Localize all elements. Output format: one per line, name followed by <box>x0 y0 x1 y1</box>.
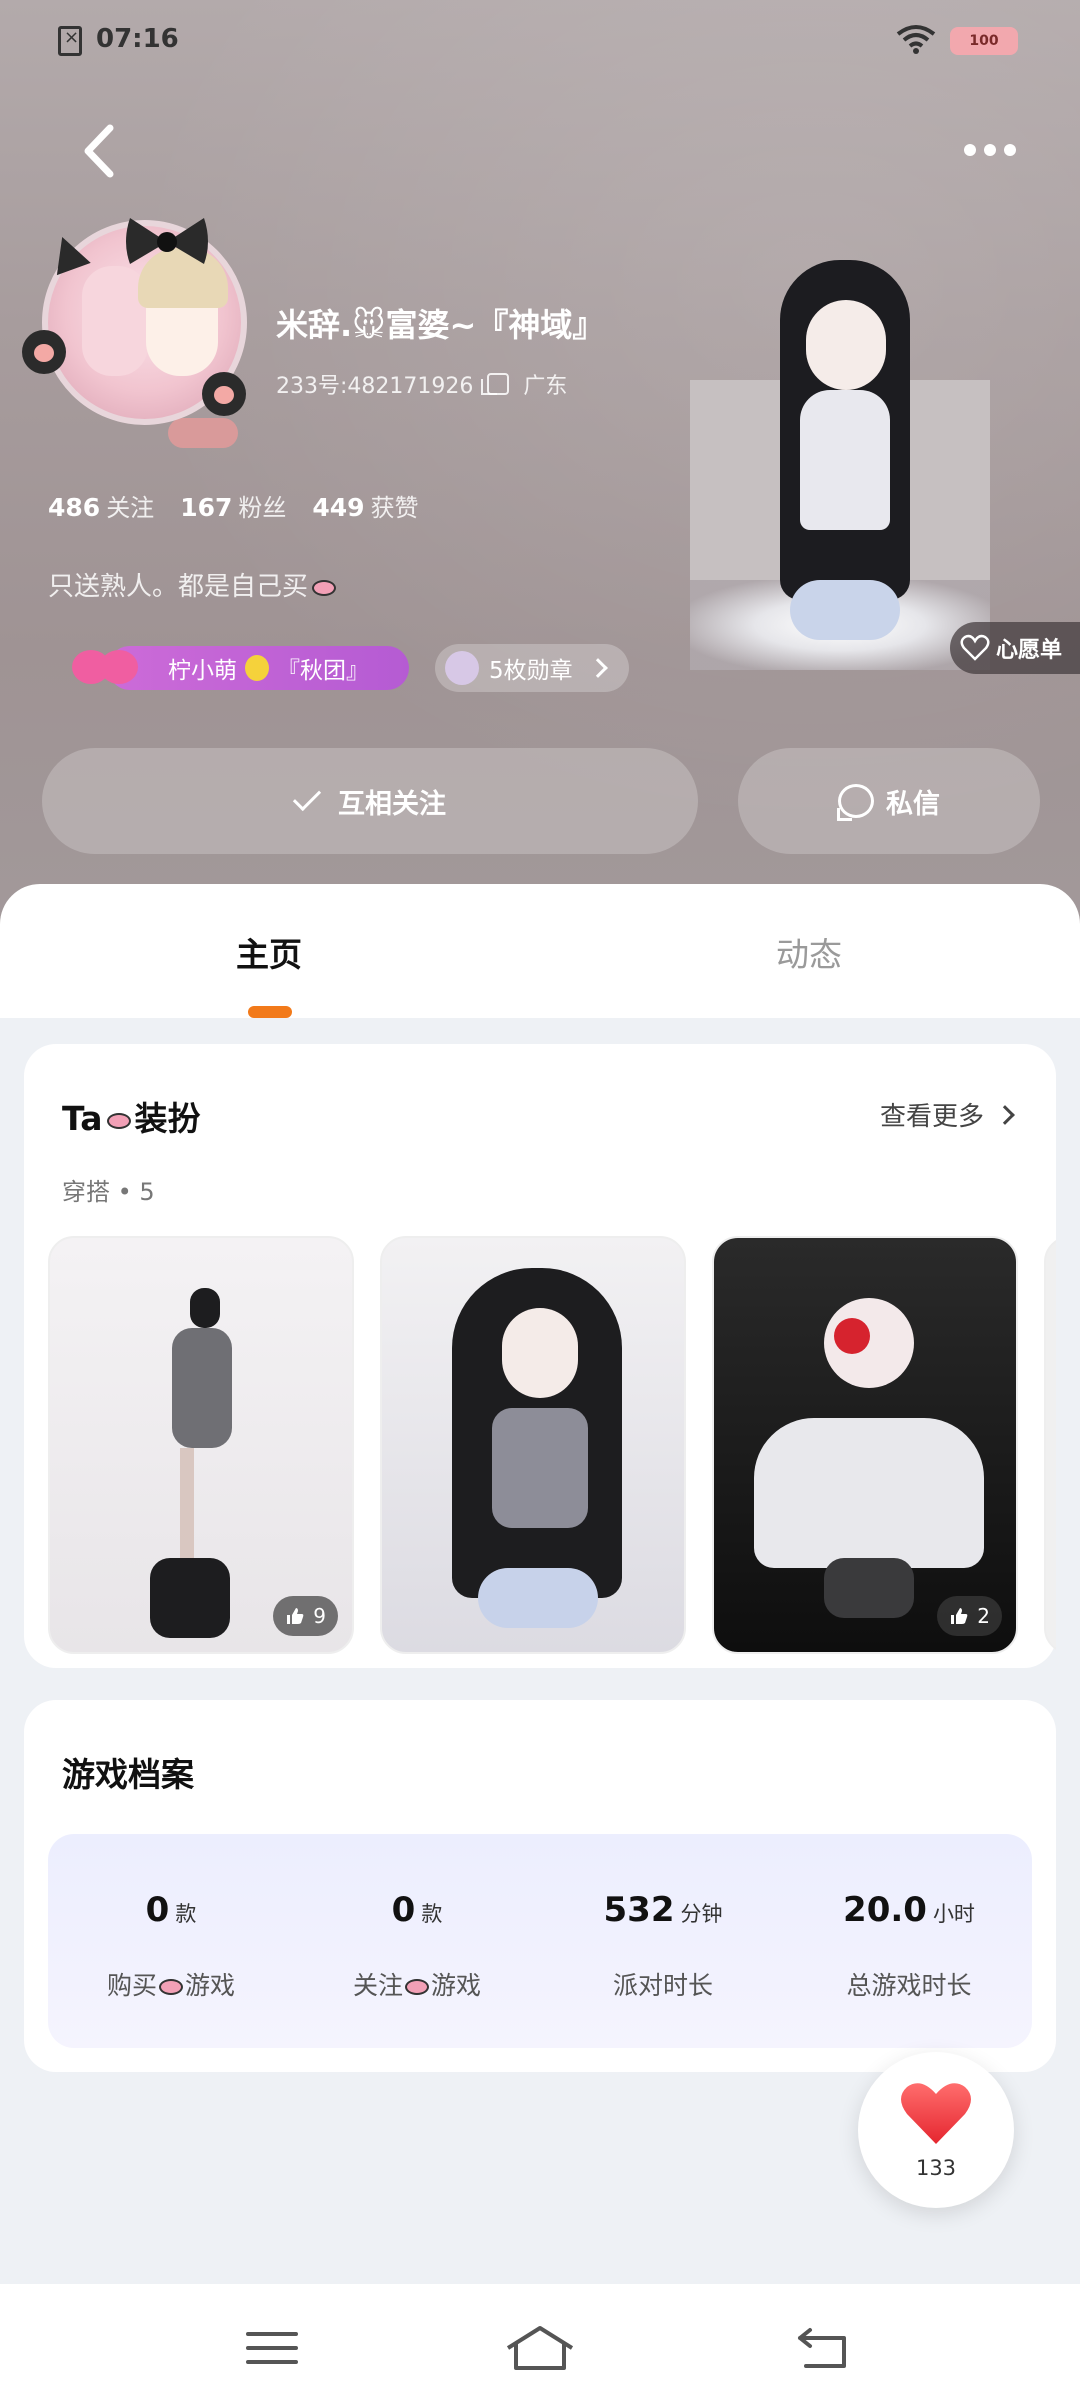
stat-likes[interactable]: 449 获赞 <box>312 488 418 523</box>
back-button[interactable] <box>70 118 126 184</box>
user-id: 233号:482171926 <box>276 374 474 399</box>
like-count: 133 <box>915 2156 957 2180</box>
lips-icon <box>106 1112 131 1129</box>
system-navigation-bar <box>0 2284 1080 2408</box>
like-count-chip[interactable]: 2 <box>937 1596 1002 1636</box>
battery-indicator: 100 <box>950 27 1018 55</box>
game-stat-followed[interactable]: 0款 关注 游戏 <box>294 1890 540 2002</box>
avatar-3d-figure[interactable] <box>690 250 990 670</box>
message-button[interactable]: 私信 <box>738 748 1040 854</box>
bio: 只送熟人。都是自己买 <box>48 566 337 603</box>
bow-decoration <box>126 218 208 264</box>
tab-feed[interactable]: 动态 <box>776 928 842 976</box>
dress-up-title: Ta 装扮 <box>62 1099 201 1138</box>
nickname: 米辞.🐭富婆~『神域』 <box>276 306 605 344</box>
heart-outline-icon <box>960 634 990 661</box>
thumb-up-icon <box>287 1608 304 1624</box>
profile-stats: 486 关注 167 粉丝 449 获赞 <box>48 488 419 523</box>
see-more-link[interactable]: 查看更多 <box>880 1096 1015 1133</box>
copy-icon[interactable] <box>481 373 510 395</box>
medals-button[interactable]: 5枚勋章 <box>435 644 629 692</box>
tab-home[interactable]: 主页 <box>236 928 302 976</box>
outfit-card[interactable] <box>380 1236 686 1654</box>
menu-icon[interactable] <box>244 2324 300 2372</box>
chevron-right-icon <box>587 658 608 678</box>
game-stat-purchased[interactable]: 0款 购买 游戏 <box>48 1890 294 2002</box>
dress-up-card: Ta 装扮 查看更多 穿搭 • 5 9 2 <box>24 1044 1056 1668</box>
status-time: 07:16 <box>96 24 179 54</box>
stat-fans[interactable]: 167 粉丝 <box>180 488 286 523</box>
thumb-up-icon <box>951 1608 968 1624</box>
heart-icon <box>901 2083 971 2144</box>
back-nav-icon[interactable] <box>796 2324 852 2372</box>
stat-following[interactable]: 486 关注 <box>48 488 154 523</box>
floating-like-button[interactable]: 133 <box>858 2052 1014 2208</box>
like-count-chip[interactable]: 9 <box>273 1596 338 1636</box>
outfit-card[interactable]: 9 <box>48 1236 354 1654</box>
status-bar: 07:16 100 <box>0 0 1080 80</box>
lips-icon <box>405 1979 429 1995</box>
back-icon <box>84 124 114 178</box>
wishlist-button[interactable]: 心愿单 <box>950 622 1080 674</box>
profile-tabs: 主页 动态 <box>0 884 1080 1018</box>
lips-icon <box>159 1979 183 1995</box>
no-sim-icon <box>58 26 82 56</box>
home-icon[interactable] <box>504 2324 576 2372</box>
mutual-follow-button[interactable]: 互相关注 <box>42 748 698 854</box>
wifi-icon <box>896 24 936 62</box>
badge-row: 柠小萌 『秋团』 5枚勋章 <box>48 640 629 696</box>
check-icon <box>292 782 322 812</box>
medal-icon <box>445 651 479 685</box>
lemon-icon <box>245 655 269 681</box>
outfit-count: 穿搭 • 5 <box>62 1178 155 1206</box>
paw-decoration <box>202 372 246 416</box>
lips-icon <box>312 579 337 596</box>
chat-icon <box>837 784 874 821</box>
more-button[interactable] <box>960 128 1030 172</box>
uid-row: 233号:482171926 广东 <box>276 368 567 400</box>
outfit-card[interactable] <box>1044 1236 1056 1654</box>
game-stats-box: 0款 购买 游戏 0款 关注 游戏 532 分钟 派对时长 20.0 小时 总游戏时长 <box>48 1834 1032 2048</box>
game-archive-title: 游戏档案 <box>62 1755 194 1794</box>
paw-decoration <box>22 330 66 374</box>
game-stat-party-time: 532 分钟 派对时长 <box>603 1890 723 2000</box>
outfit-carousel[interactable]: 9 2 <box>48 1236 1056 1654</box>
game-archive-card: 游戏档案 0款 购买 游戏 0款 关注 游戏 532 分钟 派对时长 20.0 小时 总… <box>24 1700 1056 2072</box>
more-icon <box>964 144 976 156</box>
game-stat-total-time: 20.0 小时 总游戏时长 <box>843 1890 975 2000</box>
tab-indicator <box>248 1006 292 1018</box>
chevron-right-icon <box>995 1104 1015 1125</box>
tail-decoration <box>168 418 238 448</box>
heart-wings-icon <box>48 638 168 698</box>
outfit-card[interactable]: 2 <box>712 1236 1018 1654</box>
location: 广东 <box>523 374 568 399</box>
